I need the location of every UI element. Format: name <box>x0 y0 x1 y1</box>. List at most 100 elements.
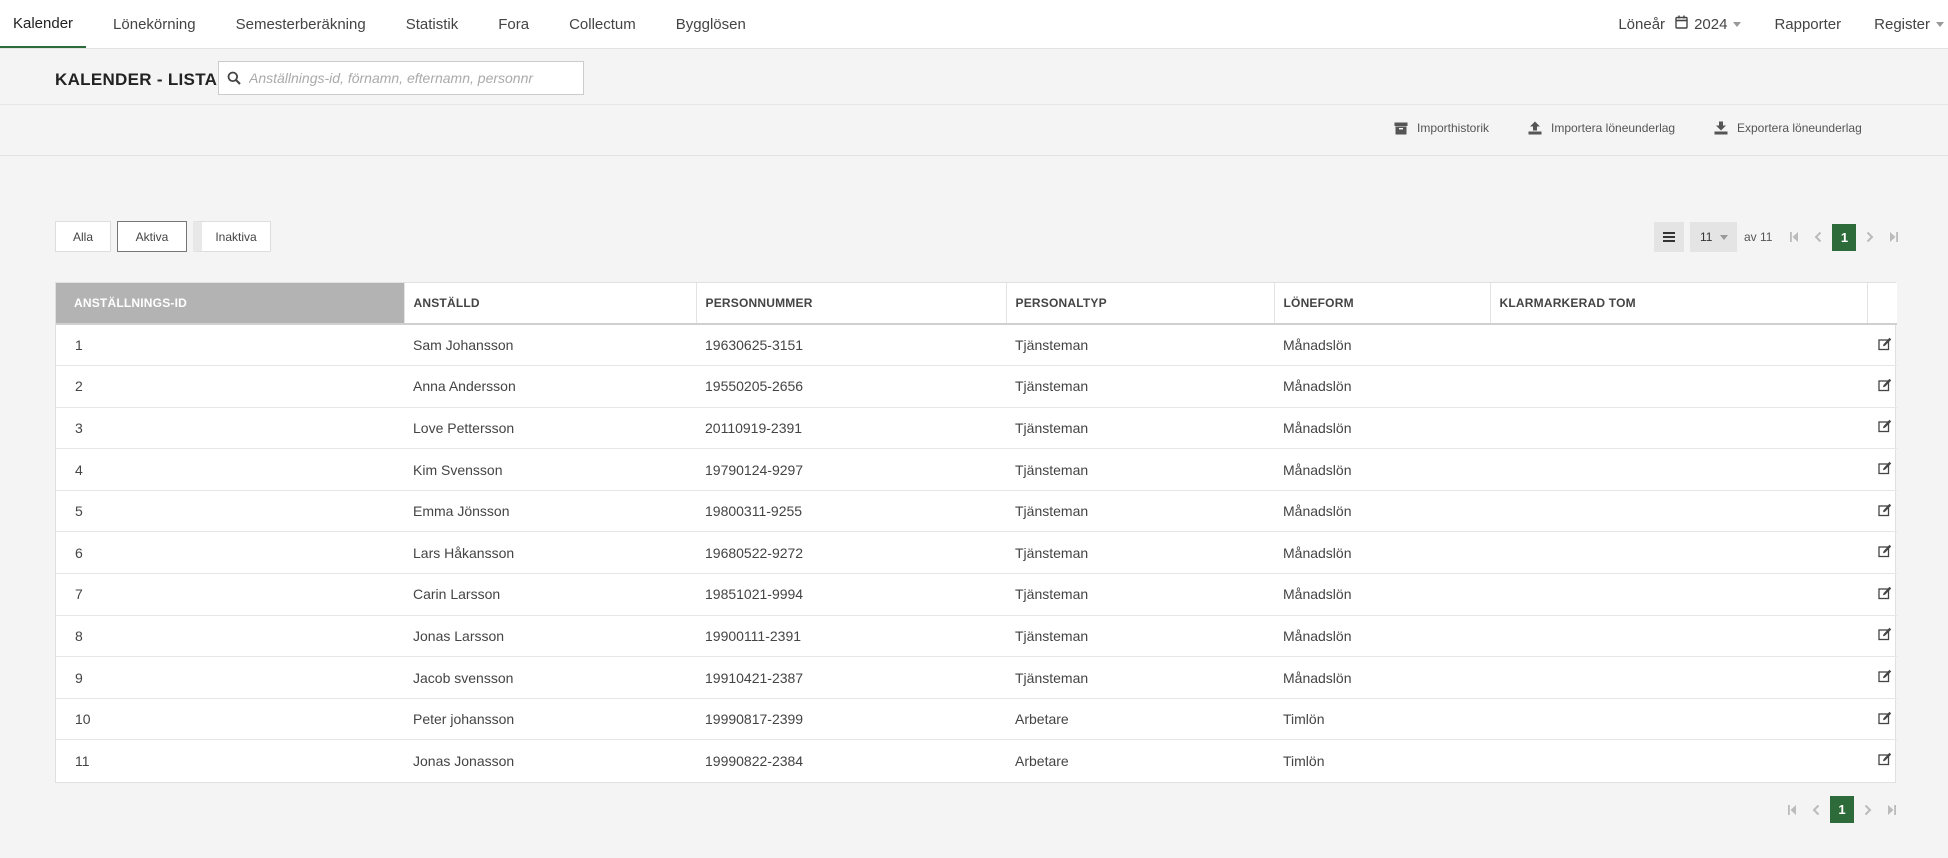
year-value: 2024 <box>1694 15 1728 33</box>
cell-personnummer: 19550205-2656 <box>696 365 1006 408</box>
nav-tab-l-nek-rning[interactable]: Lönekörning <box>100 0 209 48</box>
table-row[interactable]: 11 Jonas Jonasson 19990822-2384 Arbetare Tim… <box>56 740 1897 782</box>
search-box[interactable] <box>218 61 584 95</box>
table-body: 1 Sam Johansson 19630625-3151 Tjänsteman Mån… <box>56 324 1897 782</box>
current-page-button[interactable]: 1 <box>1832 223 1857 251</box>
table-header-row: Anställnings-id Anställd Personnummer Pe… <box>56 283 1897 325</box>
cell-personaltyp: Tjänsteman <box>1006 531 1274 575</box>
nav-tab-collectum[interactable]: Collectum <box>556 0 649 48</box>
column-header-personaltyp[interactable]: Personaltyp <box>1006 283 1275 325</box>
table-row[interactable]: 1 Sam Johansson 19630625-3151 Tjänsteman Mån… <box>56 324 1897 367</box>
edit-icon[interactable] <box>1878 711 1892 725</box>
column-header-loneform[interactable]: Löneform <box>1274 283 1491 325</box>
column-header-personnummer[interactable]: Personnummer <box>696 283 1007 325</box>
calendar-icon <box>1675 15 1688 33</box>
register-menu[interactable]: Register <box>1874 16 1944 33</box>
edit-icon[interactable] <box>1878 752 1892 766</box>
table-row[interactable]: 10 Peter johansson 19990817-2399 Arbetare Ti… <box>56 698 1897 741</box>
column-header-anstalld[interactable]: Anställd <box>404 283 697 325</box>
page-title: KALENDER - LISTA <box>55 70 218 89</box>
edit-icon[interactable] <box>1878 378 1892 392</box>
upload-icon <box>1528 121 1542 135</box>
first-page-button[interactable] <box>1780 798 1804 822</box>
cell-personnummer: 19630625-3151 <box>696 324 1006 367</box>
cell-personaltyp: Tjänsteman <box>1006 365 1274 408</box>
cell-anstallnings-id: 7 <box>56 573 404 616</box>
importera-button[interactable]: Importera löneunderlag <box>1528 121 1675 135</box>
cell-personaltyp: Tjänsteman <box>1006 573 1274 616</box>
edit-icon[interactable] <box>1878 419 1892 433</box>
table-row[interactable]: 7 Carin Larsson 19851021-9994 Tjänsteman Mån… <box>56 573 1897 616</box>
cell-anstallnings-id: 6 <box>56 531 404 575</box>
employee-table: Anställnings-id Anställd Personnummer Pe… <box>55 282 1897 783</box>
filter-alla[interactable]: Alla <box>55 221 111 252</box>
last-page-icon <box>1888 804 1896 815</box>
page-size-select[interactable]: 11 <box>1690 222 1737 252</box>
cell-personnummer: 19910421-2387 <box>696 656 1006 699</box>
status-filter: Alla Aktiva Inaktiva <box>55 221 277 252</box>
search-input[interactable] <box>249 63 583 93</box>
rapporter-link[interactable]: Rapporter <box>1774 16 1841 33</box>
cell-loneform: Månadslön <box>1274 324 1490 367</box>
cell-anstalld: Emma Jönsson <box>404 490 696 533</box>
column-header-klarmarkerad-tom[interactable]: Klarmarkerad tom <box>1490 283 1868 325</box>
column-header-anstallnings-id[interactable]: Anställnings-id <box>56 283 405 325</box>
last-page-button[interactable] <box>1880 798 1904 822</box>
last-page-button[interactable] <box>1882 225 1906 249</box>
edit-icon[interactable] <box>1878 461 1892 475</box>
edit-icon[interactable] <box>1878 337 1892 351</box>
cell-personnummer: 19851021-9994 <box>696 573 1006 616</box>
nav-tab-fora[interactable]: Fora <box>485 0 542 48</box>
importhistorik-button[interactable]: Importhistorik <box>1394 121 1489 135</box>
edit-icon[interactable] <box>1878 627 1892 641</box>
chevron-down-icon <box>1720 234 1729 240</box>
nav-tab-semesterber-kning[interactable]: Semesterberäkning <box>223 0 379 48</box>
prev-page-button[interactable] <box>1804 798 1828 822</box>
archive-icon <box>1394 122 1408 134</box>
cell-loneform: Timlön <box>1283 752 1325 769</box>
cell-loneform: Månadslön <box>1274 365 1490 408</box>
cell-personnummer: 19790124-9297 <box>696 448 1006 491</box>
table-row[interactable]: 2 Anna Andersson 19550205-2656 Tjänsteman Må… <box>56 365 1897 408</box>
exportera-button[interactable]: Exportera löneunderlag <box>1714 121 1862 135</box>
current-page-button[interactable]: 1 <box>1830 796 1854 823</box>
first-page-button[interactable] <box>1782 225 1806 249</box>
table-row[interactable]: 4 Kim Svensson 19790124-9297 Tjänsteman Måna… <box>56 448 1897 491</box>
chevron-down-icon <box>1936 21 1944 27</box>
cell-actions <box>1867 740 1897 782</box>
cell-actions <box>1867 698 1897 741</box>
nav-tab-byggl-sen[interactable]: Bygglösen <box>663 0 759 48</box>
table-row[interactable]: 3 Love Pettersson 20110919-2391 Tjänsteman M… <box>56 407 1897 450</box>
nav-tab-kalender[interactable]: Kalender <box>0 0 87 48</box>
loneår-label: Löneår <box>1618 15 1666 33</box>
loneår-selector[interactable]: Löneår 2024 <box>1618 15 1742 33</box>
edit-icon[interactable] <box>1878 669 1892 683</box>
cell-anstallnings-id: 5 <box>56 490 404 533</box>
filter-inaktiva[interactable]: Inaktiva <box>193 221 271 252</box>
table-row[interactable]: 9 Jacob svensson 19910421-2387 Tjänsteman Må… <box>56 656 1897 699</box>
filter-aktiva[interactable]: Aktiva <box>117 221 187 252</box>
edit-icon[interactable] <box>1878 544 1892 558</box>
table-row[interactable]: 6 Lars Håkansson 19680522-9272 Tjänsteman Må… <box>56 531 1897 575</box>
nav-tab-statistik[interactable]: Statistik <box>393 0 472 48</box>
chevron-left-icon <box>1815 231 1822 243</box>
table-row[interactable]: 8 Jonas Larsson 19900111-2391 Tjänsteman Mån… <box>56 615 1897 658</box>
next-page-button[interactable] <box>1858 225 1882 249</box>
cell-personaltyp: Tjänsteman <box>1006 490 1274 533</box>
cell-actions <box>1867 407 1897 450</box>
exportera-label: Exportera löneunderlag <box>1737 121 1862 135</box>
edit-icon[interactable] <box>1878 503 1892 517</box>
cell-personaltyp: Tjänsteman <box>1006 324 1274 367</box>
cell-actions <box>1867 615 1897 658</box>
list-view-button[interactable] <box>1654 222 1684 252</box>
cell-personaltyp: Tjänsteman <box>1006 656 1274 699</box>
cell-anstalld: Anna Andersson <box>404 365 696 408</box>
cell-klarmarkerad-tom <box>1490 615 1867 658</box>
prev-page-button[interactable] <box>1806 225 1830 249</box>
next-page-button[interactable] <box>1856 798 1880 822</box>
register-label: Register <box>1874 15 1930 33</box>
edit-icon[interactable] <box>1878 586 1892 600</box>
table-row[interactable]: 5 Emma Jönsson 19800311-9255 Tjänsteman Måna… <box>56 490 1897 533</box>
cell-personaltyp: Tjänsteman <box>1006 448 1274 491</box>
cell-personnummer: 19900111-2391 <box>696 615 1006 658</box>
